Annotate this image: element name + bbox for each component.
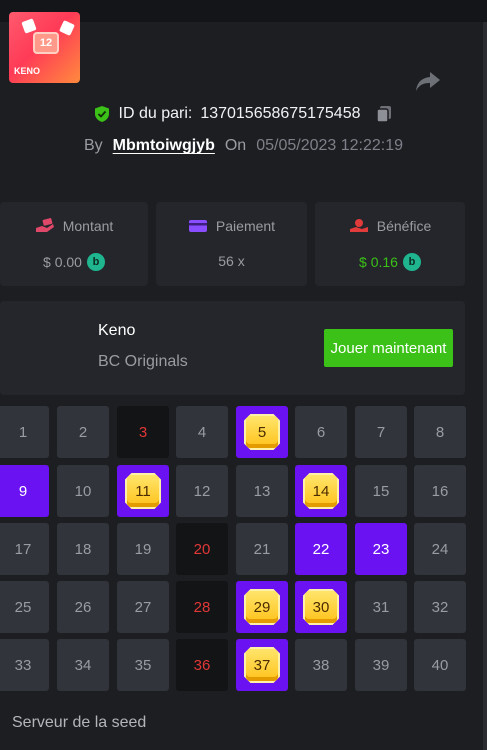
keno-cell-38[interactable]: 38 xyxy=(295,639,347,691)
keno-cell-29[interactable]: 29 xyxy=(236,581,288,633)
stat-label: Montant xyxy=(62,218,114,234)
keno-cell-17[interactable]: 17 xyxy=(0,523,49,575)
stat-card-amount: Montant $ 0.00 b xyxy=(0,202,148,286)
keno-hit-gem: 5 xyxy=(244,414,280,450)
keno-cell-36[interactable]: 36 xyxy=(176,639,228,691)
keno-cell-21[interactable]: 21 xyxy=(236,523,288,575)
keno-cell-26[interactable]: 26 xyxy=(57,581,109,633)
play-now-button[interactable]: Jouer maintenant xyxy=(324,329,453,367)
keno-cell-37[interactable]: 37 xyxy=(236,639,288,691)
keno-cell-31[interactable]: 31 xyxy=(355,581,407,633)
keno-cell-35[interactable]: 35 xyxy=(117,639,169,691)
keno-cell-30[interactable]: 30 xyxy=(295,581,347,633)
keno-cell-16[interactable]: 16 xyxy=(414,465,466,517)
verified-shield-icon xyxy=(94,106,109,122)
keno-hit-gem: 30 xyxy=(303,589,339,625)
bet-id-value: 137015658675175458 xyxy=(200,105,361,122)
bet-id-line: ID du pari: 137015658675175458 xyxy=(0,104,487,124)
card-icon xyxy=(188,220,207,232)
keno-cell-7[interactable]: 7 xyxy=(355,406,407,458)
keno-cell-40[interactable]: 40 xyxy=(414,639,466,691)
keno-cell-4[interactable]: 4 xyxy=(176,406,228,458)
keno-cell-28[interactable]: 28 xyxy=(176,581,228,633)
stat-label: Paiement xyxy=(215,218,276,234)
thumb-tile: 12 xyxy=(33,32,59,54)
keno-hit-gem: 14 xyxy=(303,473,339,509)
keno-hit-gem: 29 xyxy=(244,589,280,625)
keno-cell-19[interactable]: 19 xyxy=(117,523,169,575)
keno-cell-18[interactable]: 18 xyxy=(57,523,109,575)
stat-label: Bénéfice xyxy=(376,218,432,234)
keno-cell-24[interactable]: 24 xyxy=(414,523,466,575)
bet-meta-line: By Mbmtoiwgjyb On 05/05/2023 12:22:19 xyxy=(0,137,487,155)
copy-icon[interactable] xyxy=(374,104,394,124)
keno-cell-10[interactable]: 10 xyxy=(57,465,109,517)
keno-cell-8[interactable]: 8 xyxy=(414,406,466,458)
game-provider: BC Originals xyxy=(98,353,188,370)
keno-cell-34[interactable]: 34 xyxy=(57,639,109,691)
keno-cell-6[interactable]: 6 xyxy=(295,406,347,458)
keno-cell-32[interactable]: 32 xyxy=(414,581,466,633)
keno-cell-5[interactable]: 5 xyxy=(236,406,288,458)
username-link[interactable]: Mbmtoiwgjyb xyxy=(113,137,215,155)
bet-date: 05/05/2023 12:22:19 xyxy=(256,137,404,154)
game-name: Keno xyxy=(98,322,136,339)
server-seed-label: Serveur de la seed xyxy=(12,714,147,731)
keno-cell-23[interactable]: 23 xyxy=(355,523,407,575)
keno-cell-20[interactable]: 20 xyxy=(176,523,228,575)
keno-cell-15[interactable]: 15 xyxy=(355,465,407,517)
stat-value: $ 0.16 xyxy=(359,254,398,270)
stat-card-profit: Bénéfice $ 0.16 b xyxy=(315,202,465,286)
share-icon[interactable] xyxy=(414,70,442,94)
bc-coin-icon: b xyxy=(86,253,105,271)
scrollbar[interactable] xyxy=(483,22,487,750)
keno-cell-1[interactable]: 1 xyxy=(0,406,49,458)
thumb-label: KENO xyxy=(14,66,41,76)
keno-thumbnail[interactable]: 12 KENO xyxy=(9,12,80,83)
by-label: By xyxy=(83,137,103,154)
profit-icon xyxy=(349,219,368,232)
keno-cell-14[interactable]: 14 xyxy=(295,465,347,517)
bc-coin-icon: b xyxy=(402,253,421,271)
keno-cell-12[interactable]: 12 xyxy=(176,465,228,517)
dice-icon xyxy=(59,20,75,36)
keno-cell-39[interactable]: 39 xyxy=(355,639,407,691)
stat-card-payout: Paiement 56 x xyxy=(156,202,307,286)
keno-cell-33[interactable]: 33 xyxy=(0,639,49,691)
hand-money-icon xyxy=(35,218,54,232)
bet-id-label: ID du pari: xyxy=(118,105,193,122)
on-label: On xyxy=(224,137,247,154)
stat-value: $ 0.00 xyxy=(43,254,82,270)
keno-cell-3[interactable]: 3 xyxy=(117,406,169,458)
keno-cell-22[interactable]: 22 xyxy=(295,523,347,575)
keno-cell-13[interactable]: 13 xyxy=(236,465,288,517)
keno-cell-25[interactable]: 25 xyxy=(0,581,49,633)
keno-hit-gem: 37 xyxy=(244,647,280,683)
stat-value: 56 x xyxy=(218,253,245,269)
keno-cell-11[interactable]: 11 xyxy=(117,465,169,517)
keno-hit-gem: 11 xyxy=(125,473,161,509)
keno-cell-9[interactable]: 9 xyxy=(0,465,49,517)
keno-cell-2[interactable]: 2 xyxy=(57,406,109,458)
keno-cell-27[interactable]: 27 xyxy=(117,581,169,633)
